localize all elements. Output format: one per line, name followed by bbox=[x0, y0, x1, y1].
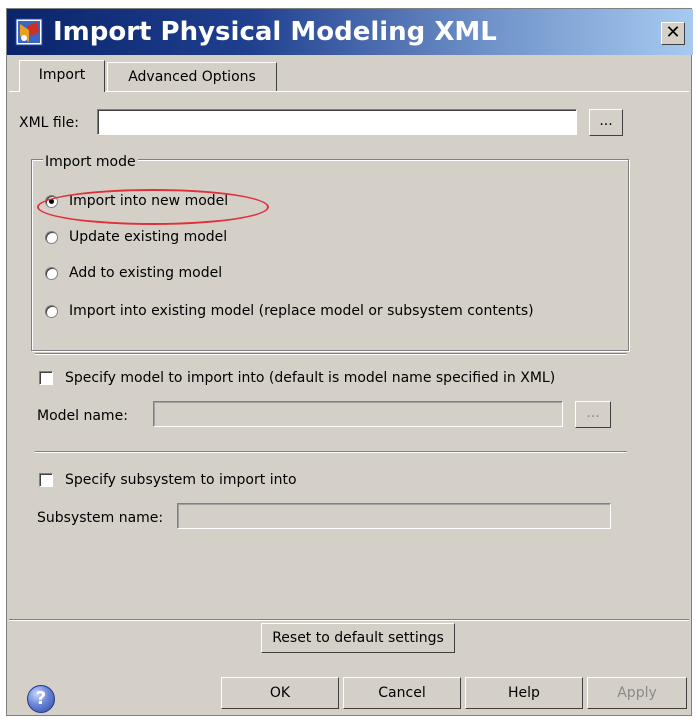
xml-file-browse-label: ... bbox=[599, 113, 613, 129]
radio-update-existing-model-label[interactable]: Update existing model bbox=[69, 228, 227, 246]
model-browse-label: ... bbox=[586, 405, 600, 421]
panel-bottom-edge bbox=[9, 619, 689, 620]
model-name-label: Model name: bbox=[37, 408, 128, 424]
radio-import-existing-model[interactable] bbox=[45, 305, 58, 318]
window-title: Import Physical Modeling XML bbox=[53, 17, 497, 47]
xml-file-label: XML file: bbox=[19, 115, 79, 131]
cancel-button[interactable]: Cancel bbox=[343, 677, 461, 709]
tab-advanced-options-label: Advanced Options bbox=[128, 69, 256, 85]
apply-label: Apply bbox=[617, 685, 657, 701]
close-icon: ✕ bbox=[665, 22, 681, 43]
cancel-label: Cancel bbox=[378, 685, 426, 701]
subsystem-name-label: Subsystem name: bbox=[37, 510, 164, 526]
subsystem-name-input[interactable] bbox=[177, 503, 611, 529]
radio-import-new-model-label[interactable]: Import into new model bbox=[69, 192, 228, 210]
import-mode-group bbox=[31, 159, 629, 351]
import-mode-legend: Import mode bbox=[43, 153, 138, 171]
model-name-input[interactable] bbox=[153, 401, 563, 427]
ok-label: OK bbox=[269, 685, 291, 701]
specify-model-label[interactable]: Specify model to import into (default is… bbox=[65, 369, 555, 387]
radio-update-existing-model[interactable] bbox=[45, 231, 58, 244]
radio-selected-dot bbox=[49, 199, 54, 204]
reset-default-label: Reset to default settings bbox=[272, 630, 444, 646]
tab-import[interactable]: Import bbox=[19, 60, 105, 92]
close-button[interactable]: ✕ bbox=[661, 22, 685, 45]
radio-add-existing-model[interactable] bbox=[45, 267, 58, 280]
app-icon bbox=[15, 18, 43, 46]
separator-2 bbox=[35, 451, 627, 452]
specify-subsystem-label[interactable]: Specify subsystem to import into bbox=[65, 471, 297, 489]
separator-1 bbox=[35, 353, 627, 354]
tab-import-label: Import bbox=[38, 67, 86, 83]
radio-add-existing-model-label[interactable]: Add to existing model bbox=[69, 264, 222, 282]
specify-model-checkbox[interactable] bbox=[39, 371, 53, 385]
help-icon[interactable]: ? bbox=[27, 685, 55, 713]
specify-subsystem-checkbox[interactable] bbox=[39, 473, 53, 487]
apply-button[interactable]: Apply bbox=[587, 677, 687, 709]
xml-file-browse-button[interactable]: ... bbox=[589, 109, 623, 136]
radio-import-new-model[interactable] bbox=[45, 195, 58, 208]
help-button[interactable]: Help bbox=[465, 677, 583, 709]
help-label: Help bbox=[508, 685, 540, 701]
model-browse-button[interactable]: ... bbox=[575, 401, 611, 428]
tab-advanced-options[interactable]: Advanced Options bbox=[107, 62, 277, 92]
radio-import-existing-model-label[interactable]: Import into existing model (replace mode… bbox=[69, 302, 534, 320]
help-icon-glyph: ? bbox=[35, 688, 47, 709]
tab-panel-edge bbox=[9, 91, 689, 92]
reset-default-button[interactable]: Reset to default settings bbox=[261, 623, 455, 653]
import-dialog-window: Import Physical Modeling XML ✕ Import Ad… bbox=[6, 8, 693, 716]
ok-button[interactable]: OK bbox=[221, 677, 339, 709]
title-bar[interactable]: Import Physical Modeling XML ✕ bbox=[7, 9, 693, 55]
xml-file-input[interactable] bbox=[97, 109, 577, 135]
